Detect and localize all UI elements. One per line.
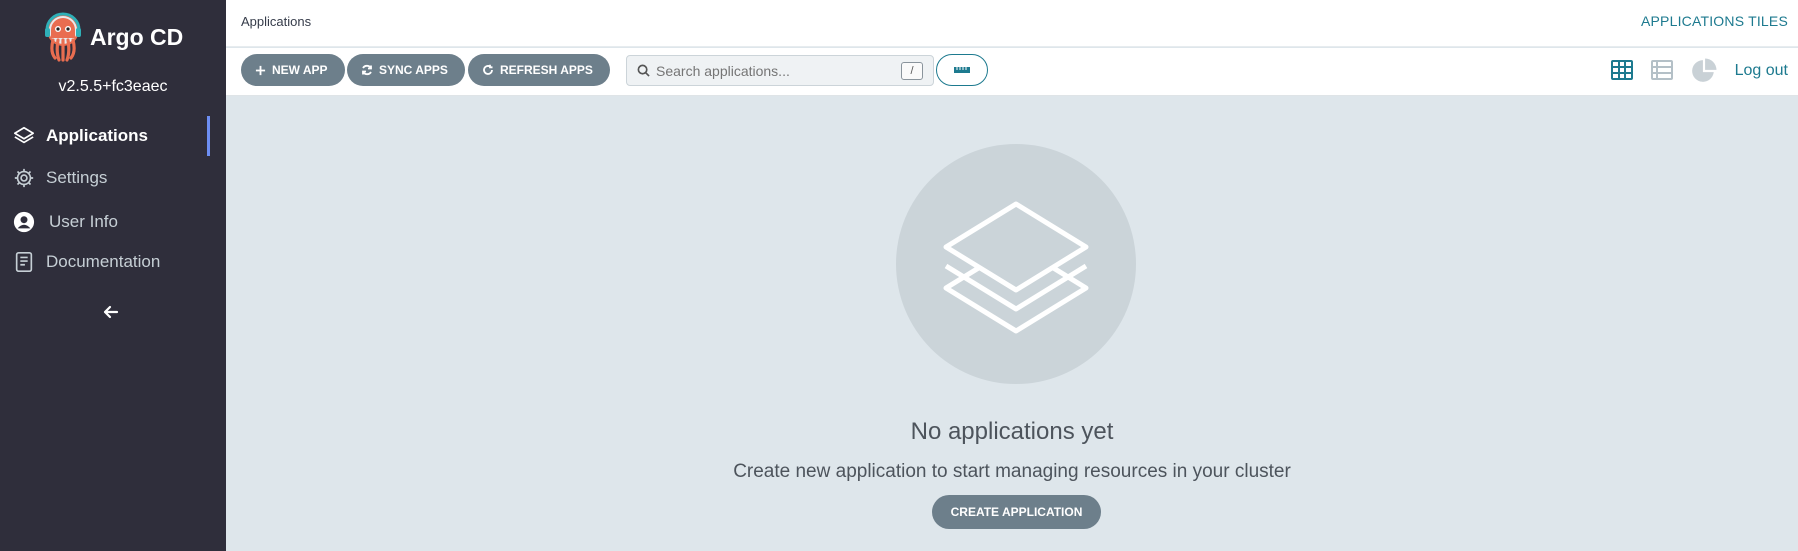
new-app-button[interactable]: NEW APP bbox=[241, 54, 345, 86]
search-shortcut-hint: / bbox=[901, 62, 923, 80]
sync-icon bbox=[362, 64, 372, 76]
sidebar-item-label: User Info bbox=[49, 212, 118, 231]
sync-apps-button[interactable]: SYNC APPS bbox=[347, 54, 465, 86]
breadcrumb[interactable]: Applications bbox=[241, 14, 311, 29]
new-app-label: NEW APP bbox=[272, 63, 328, 77]
refresh-apps-label: REFRESH APPS bbox=[500, 63, 593, 77]
tiles-view-icon[interactable] bbox=[1610, 58, 1634, 87]
sidebar-item-label: Settings bbox=[46, 168, 108, 187]
user-circle-icon bbox=[12, 210, 36, 234]
app-version: v2.5.5+fc3eaec bbox=[58, 78, 168, 95]
empty-state-title: No applications yet bbox=[910, 418, 1114, 445]
book-icon bbox=[12, 250, 36, 274]
brand[interactable]: Argo CD bbox=[42, 12, 183, 62]
empty-state-subtitle: Create new application to start managing… bbox=[733, 461, 1291, 482]
layers-icon bbox=[12, 124, 36, 148]
refresh-apps-button[interactable]: REFRESH APPS bbox=[468, 54, 610, 86]
search-icon bbox=[637, 64, 650, 77]
plus-icon bbox=[255, 65, 266, 75]
list-view-icon[interactable] bbox=[1650, 58, 1674, 87]
sync-apps-label: SYNC APPS bbox=[379, 63, 448, 77]
app-name: Argo CD bbox=[90, 23, 184, 50]
logout-link[interactable]: Log out bbox=[1735, 62, 1788, 80]
toolbar: NEW APP SYNC APPS REFRESH APPS / bbox=[226, 48, 1798, 96]
search-box[interactable]: / bbox=[626, 55, 934, 86]
argo-octopus-logo-icon bbox=[45, 12, 81, 62]
layers-icon bbox=[943, 201, 1089, 334]
sidebar: Argo CD v2.5.5+fc3eaec Applications Sett… bbox=[0, 0, 226, 551]
page-title: APPLICATIONS TILES bbox=[1640, 13, 1788, 29]
pie-chart-view-icon[interactable] bbox=[1691, 58, 1717, 89]
filter-toggle-button[interactable] bbox=[936, 54, 988, 86]
refresh-icon bbox=[483, 64, 493, 75]
empty-state-illustration bbox=[896, 144, 1136, 384]
sidebar-item-documentation[interactable]: Documentation bbox=[0, 242, 226, 282]
sidebar-item-settings[interactable]: Settings bbox=[0, 158, 226, 198]
collapse-sidebar-button[interactable] bbox=[100, 302, 122, 322]
create-application-button[interactable]: CREATE APPLICATION bbox=[932, 495, 1101, 529]
sidebar-item-user-info[interactable]: User Info bbox=[0, 202, 226, 242]
sidebar-item-label: Applications bbox=[46, 126, 149, 145]
arrow-left-icon bbox=[103, 305, 119, 319]
search-input[interactable] bbox=[656, 62, 876, 79]
sidebar-item-applications[interactable]: Applications bbox=[0, 116, 226, 156]
top-bar: Applications APPLICATIONS TILES bbox=[226, 0, 1798, 47]
sidebar-item-label: Documentation bbox=[46, 252, 161, 271]
ruler-icon bbox=[954, 67, 970, 73]
gear-icon bbox=[12, 166, 36, 190]
